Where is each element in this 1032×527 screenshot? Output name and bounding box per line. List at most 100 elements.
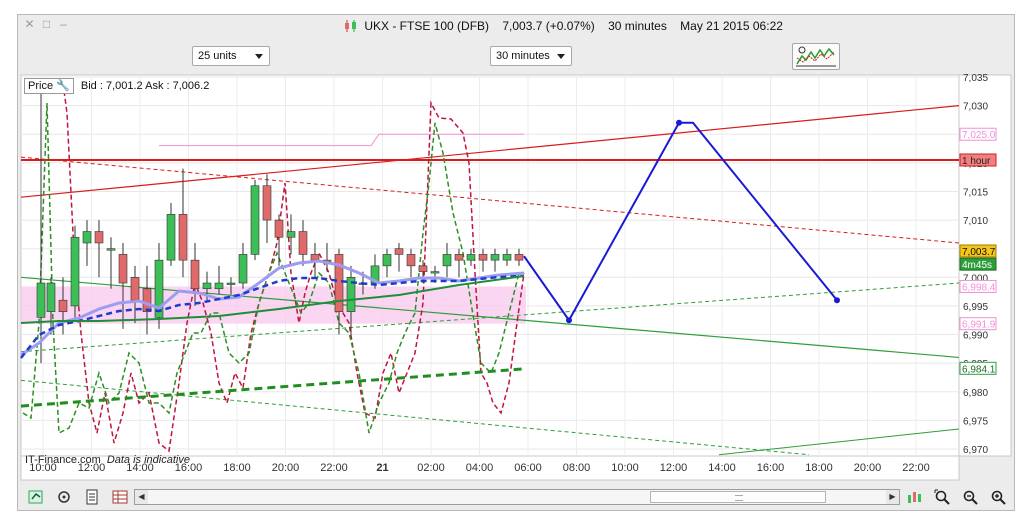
x-tick-label: 22:00 <box>320 462 348 474</box>
bid-ask-text: Bid : 7,001.2 Ask : 7,006.2 <box>80 80 210 92</box>
title-period: 30 minutes <box>608 19 667 33</box>
price-button[interactable]: Price 🔧 <box>24 78 74 94</box>
restore-icon[interactable]: □ <box>41 18 52 30</box>
y-tick-label: 6,995 <box>963 302 988 313</box>
watermark: IT-Finance.com Data is indicative <box>25 454 190 466</box>
zoom-in-icon[interactable] <box>990 489 1006 505</box>
y-tick-label: 6,990 <box>963 331 988 342</box>
toolbar: 25 units 30 minutes <box>18 39 1014 73</box>
minimize-icon[interactable]: – <box>58 18 69 30</box>
up-candle[interactable] <box>286 231 296 238</box>
projection-arrowhead <box>566 317 572 324</box>
down-candle[interactable] <box>130 277 140 301</box>
up-candle[interactable] <box>238 254 248 284</box>
down-candle[interactable] <box>478 254 488 261</box>
down-candle[interactable] <box>418 265 428 272</box>
chart-window: ✕ □ – UKX - FTSE 100 (DFB) 7,003.7 (+0.0… <box>17 14 1015 511</box>
interval-select[interactable]: 30 minutes <box>490 46 572 66</box>
x-tick-label: 18:00 <box>805 462 833 474</box>
x-tick-label: 10:00 <box>611 462 639 474</box>
up-candle[interactable] <box>466 254 476 261</box>
scroll-right-icon[interactable]: ▶ <box>886 490 899 504</box>
up-candle[interactable] <box>36 282 46 318</box>
down-candle[interactable] <box>118 254 128 284</box>
down-candle[interactable] <box>190 259 200 290</box>
down-candle[interactable] <box>262 185 272 221</box>
down-candle[interactable] <box>94 231 104 244</box>
settings-icon[interactable] <box>56 489 72 505</box>
chart-tools-button[interactable] <box>792 43 840 70</box>
up-candle[interactable] <box>202 282 212 290</box>
refresh-chart-icon[interactable] <box>28 489 44 505</box>
window-title: UKX - FTSE 100 (DFB) 7,003.7 (+0.07%) 30… <box>344 19 793 33</box>
down-candle[interactable] <box>310 254 320 261</box>
up-candle[interactable] <box>226 282 236 285</box>
x-tick-label: 18:00 <box>223 462 251 474</box>
table-icon[interactable] <box>112 489 128 505</box>
up-candle[interactable] <box>166 214 176 261</box>
chevron-down-icon <box>557 54 565 59</box>
y-tick-label: 7,030 <box>963 102 988 113</box>
time-scrollbar[interactable]: ◀ ▶ <box>134 489 900 505</box>
down-candle[interactable] <box>454 254 464 261</box>
up-candle[interactable] <box>442 254 452 267</box>
up-candle[interactable] <box>250 185 260 255</box>
up-candle[interactable] <box>70 236 80 307</box>
down-candle[interactable] <box>514 254 524 261</box>
title-date: May 21 2015 06:22 <box>680 19 783 33</box>
y-tick-label: 6,970 <box>963 445 988 456</box>
down-candle[interactable] <box>298 231 308 255</box>
up-candle[interactable] <box>82 231 92 244</box>
down-candle[interactable] <box>58 299 68 312</box>
price-label-lower_ma: 6,984.1 <box>962 364 996 375</box>
x-tick-label: 16:00 <box>757 462 785 474</box>
close-icon[interactable]: ✕ <box>24 18 35 30</box>
price-label-upper_channel: 7,025.0 <box>962 130 996 141</box>
price-label-countdown: 4m45s <box>962 260 992 271</box>
watermark-brand: IT-Finance.com <box>25 454 101 466</box>
candlestick-icon <box>345 20 356 32</box>
projection-arrowhead <box>676 119 682 126</box>
x-tick-label: 22:00 <box>902 462 930 474</box>
up-candle[interactable] <box>214 282 224 290</box>
price-chart[interactable]: 7,0357,0307,0257,0207,0157,0107,0057,000… <box>19 73 1013 483</box>
down-candle[interactable] <box>178 214 188 261</box>
auto-scale-icon[interactable] <box>906 489 922 505</box>
chevron-down-icon <box>255 54 263 59</box>
chart-area[interactable]: 7,0357,0307,0257,0207,0157,0107,0057,000… <box>19 73 1013 483</box>
wrench-icon: 🔧 <box>56 80 70 92</box>
zoom-out-icon[interactable] <box>962 489 978 505</box>
projection-arrowhead <box>834 297 840 304</box>
down-candle[interactable] <box>406 254 416 267</box>
down-candle[interactable] <box>142 288 152 312</box>
bottom-toolbar: ◀ ▶ <box>18 483 1014 511</box>
x-tick-label: 02:00 <box>417 462 445 474</box>
title-symbol: UKX - FTSE 100 (DFB) <box>364 19 490 33</box>
y-tick-label: 6,980 <box>963 388 988 399</box>
up-candle[interactable] <box>382 254 392 267</box>
interval-select-value: 30 minutes <box>496 50 550 62</box>
price-button-label: Price <box>28 80 54 92</box>
units-select-value: 25 units <box>198 50 237 62</box>
scroll-left-icon[interactable]: ◀ <box>135 490 148 504</box>
down-candle[interactable] <box>274 219 284 238</box>
up-candle[interactable] <box>430 271 440 274</box>
strategy-chart-icon <box>796 46 836 67</box>
zoom-fit-icon[interactable] <box>934 489 950 505</box>
up-candle[interactable] <box>46 282 56 312</box>
scroll-thumb[interactable] <box>650 491 826 503</box>
price-label-band_top: 6,998.4 <box>962 282 996 293</box>
title-bar: ✕ □ – UKX - FTSE 100 (DFB) 7,003.7 (+0.0… <box>18 15 1014 37</box>
units-select[interactable]: 25 units <box>192 46 270 66</box>
up-candle[interactable] <box>490 254 500 261</box>
up-candle[interactable] <box>106 248 116 251</box>
x-tick-label: 14:00 <box>708 462 736 474</box>
title-price: 7,003.7 (+0.07%) <box>502 19 595 33</box>
price-label-hour_line: 1 hour <box>962 156 991 167</box>
up-candle[interactable] <box>502 254 512 261</box>
price-label-band_bottom: 6,991.9 <box>962 320 996 331</box>
x-tick-label: 21 <box>376 462 388 474</box>
document-icon[interactable] <box>84 489 100 505</box>
down-candle[interactable] <box>394 248 404 255</box>
price-label-current: 7,003.7 <box>962 247 996 258</box>
